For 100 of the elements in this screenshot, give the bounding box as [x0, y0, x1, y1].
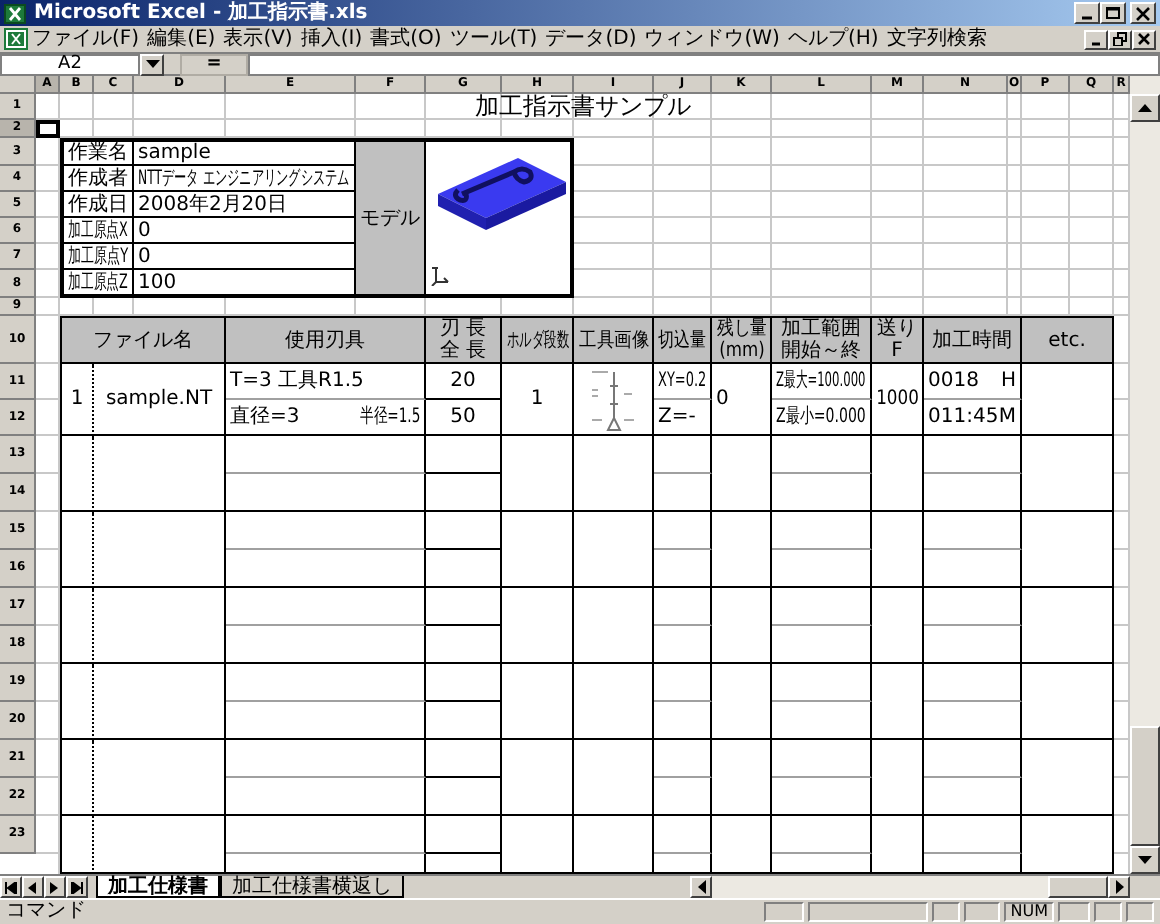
menu-item[interactable]: ウィンドウ(W) — [640, 27, 784, 51]
table-cell — [426, 778, 502, 816]
menu-item[interactable]: 文字列検索 — [882, 27, 991, 51]
column-header: 工具画像 — [574, 316, 654, 364]
last-sheet-button[interactable] — [66, 876, 88, 898]
table-cell — [924, 664, 1022, 702]
table-cell — [654, 588, 712, 626]
scroll-right-button[interactable] — [1108, 876, 1130, 898]
table-cell: T=3 工具R1.5 — [226, 364, 426, 400]
dropdown-button[interactable] — [140, 53, 164, 75]
menu-item[interactable]: 編集(E) — [143, 27, 220, 51]
table-cell — [60, 588, 94, 664]
column-header: ホルダ段数 — [502, 316, 574, 364]
table-cell — [924, 626, 1022, 664]
close-button[interactable] — [1130, 2, 1156, 24]
table-cell: XY=0.2 — [654, 364, 712, 400]
table-cell — [654, 436, 712, 474]
table-cell — [502, 816, 574, 874]
table-cell — [356, 702, 426, 740]
restore-button[interactable] — [1108, 29, 1132, 49]
caret-right-icon — [48, 881, 62, 893]
minimize-button[interactable] — [1074, 2, 1100, 24]
table-cell — [772, 436, 872, 474]
table-cell — [94, 664, 226, 740]
select-all-button[interactable] — [0, 76, 36, 94]
table-cell — [502, 436, 574, 512]
menu-item[interactable]: 書式(O) — [366, 27, 446, 51]
table-cell — [924, 816, 1022, 854]
caret-up-icon — [1138, 104, 1152, 112]
menu-item[interactable]: ツール(T) — [445, 27, 542, 51]
menu-item[interactable]: データ(D) — [541, 27, 641, 51]
field-value: sample — [134, 138, 356, 166]
table-cell: 0 — [712, 364, 772, 436]
table-cell — [426, 702, 502, 740]
menu-item[interactable]: ファイル(F) — [28, 27, 144, 51]
formula-field[interactable] — [248, 53, 1160, 75]
scroll-thumb[interactable] — [1048, 876, 1108, 898]
table-cell — [924, 588, 1022, 626]
scroll-thumb[interactable] — [1130, 726, 1160, 846]
table-cell — [924, 512, 1022, 550]
status-text: コマンド — [6, 900, 86, 924]
field-value: NTTデータ エンジニアリングシステム — [134, 166, 356, 192]
status-indicator: NUM — [1004, 902, 1054, 922]
column-header: ファイル名 — [60, 316, 226, 364]
window-title: Microsoft Excel - 加工指示書.xls — [34, 1, 368, 25]
skip-right-icon — [70, 881, 84, 893]
column-header: 残し量 (mm) — [712, 316, 772, 364]
cell-text: M — [998, 406, 1016, 428]
table-cell — [712, 588, 772, 664]
menu-item[interactable]: 挿入(I) — [296, 27, 367, 51]
status-panel — [1058, 902, 1090, 922]
table-cell — [924, 854, 1022, 874]
table-cell — [94, 512, 226, 588]
table-cell — [502, 512, 574, 588]
table-cell — [1022, 436, 1114, 512]
sheet-tab[interactable]: 加工仕様書横返し — [220, 876, 404, 898]
next-sheet-button[interactable] — [44, 876, 66, 898]
table-cell — [924, 740, 1022, 778]
maximize-button[interactable] — [1100, 2, 1126, 24]
close-button[interactable] — [1132, 29, 1156, 49]
table-cell — [426, 550, 502, 588]
minimize-button[interactable] — [1084, 29, 1108, 49]
sheet-tab[interactable]: 加工仕様書 — [96, 876, 220, 898]
table-cell — [654, 854, 712, 874]
scroll-up-button[interactable] — [1130, 94, 1160, 122]
table-cell — [574, 664, 654, 740]
caret-down-icon — [1138, 856, 1152, 864]
table-cell — [226, 702, 356, 740]
skip-left-icon — [4, 881, 18, 893]
scroll-down-button[interactable] — [1130, 846, 1160, 874]
table-cell — [654, 664, 712, 702]
table-cell — [654, 550, 712, 588]
table-cell — [226, 474, 356, 512]
scroll-left-button[interactable] — [690, 876, 712, 898]
table-cell — [712, 664, 772, 740]
field-value: 0 — [134, 218, 356, 244]
table-cell — [502, 664, 574, 740]
table-cell — [712, 816, 772, 874]
menu-item[interactable]: 表示(V) — [219, 27, 297, 51]
table-cell — [772, 474, 872, 512]
name-box[interactable]: A2 — [0, 53, 140, 75]
menu-item[interactable]: ヘルプ(H) — [783, 27, 883, 51]
table-cell — [574, 512, 654, 588]
previous-sheet-button[interactable] — [22, 876, 44, 898]
table-cell — [1022, 588, 1114, 664]
workbook-icon — [4, 28, 28, 50]
table-cell — [654, 626, 712, 664]
table-cell — [426, 626, 502, 664]
formula-button[interactable]: = — [180, 53, 248, 75]
first-sheet-button[interactable] — [0, 876, 22, 898]
table-cell — [872, 816, 924, 874]
table-cell — [654, 816, 712, 854]
table-cell — [426, 474, 502, 512]
table-cell — [356, 854, 426, 874]
table-cell — [772, 702, 872, 740]
table-cell — [872, 664, 924, 740]
table-cell — [772, 740, 872, 778]
table-cell — [226, 626, 356, 664]
column-header: 刃 長 全 長 — [426, 316, 502, 364]
cell-text: 011:45 — [928, 406, 999, 428]
